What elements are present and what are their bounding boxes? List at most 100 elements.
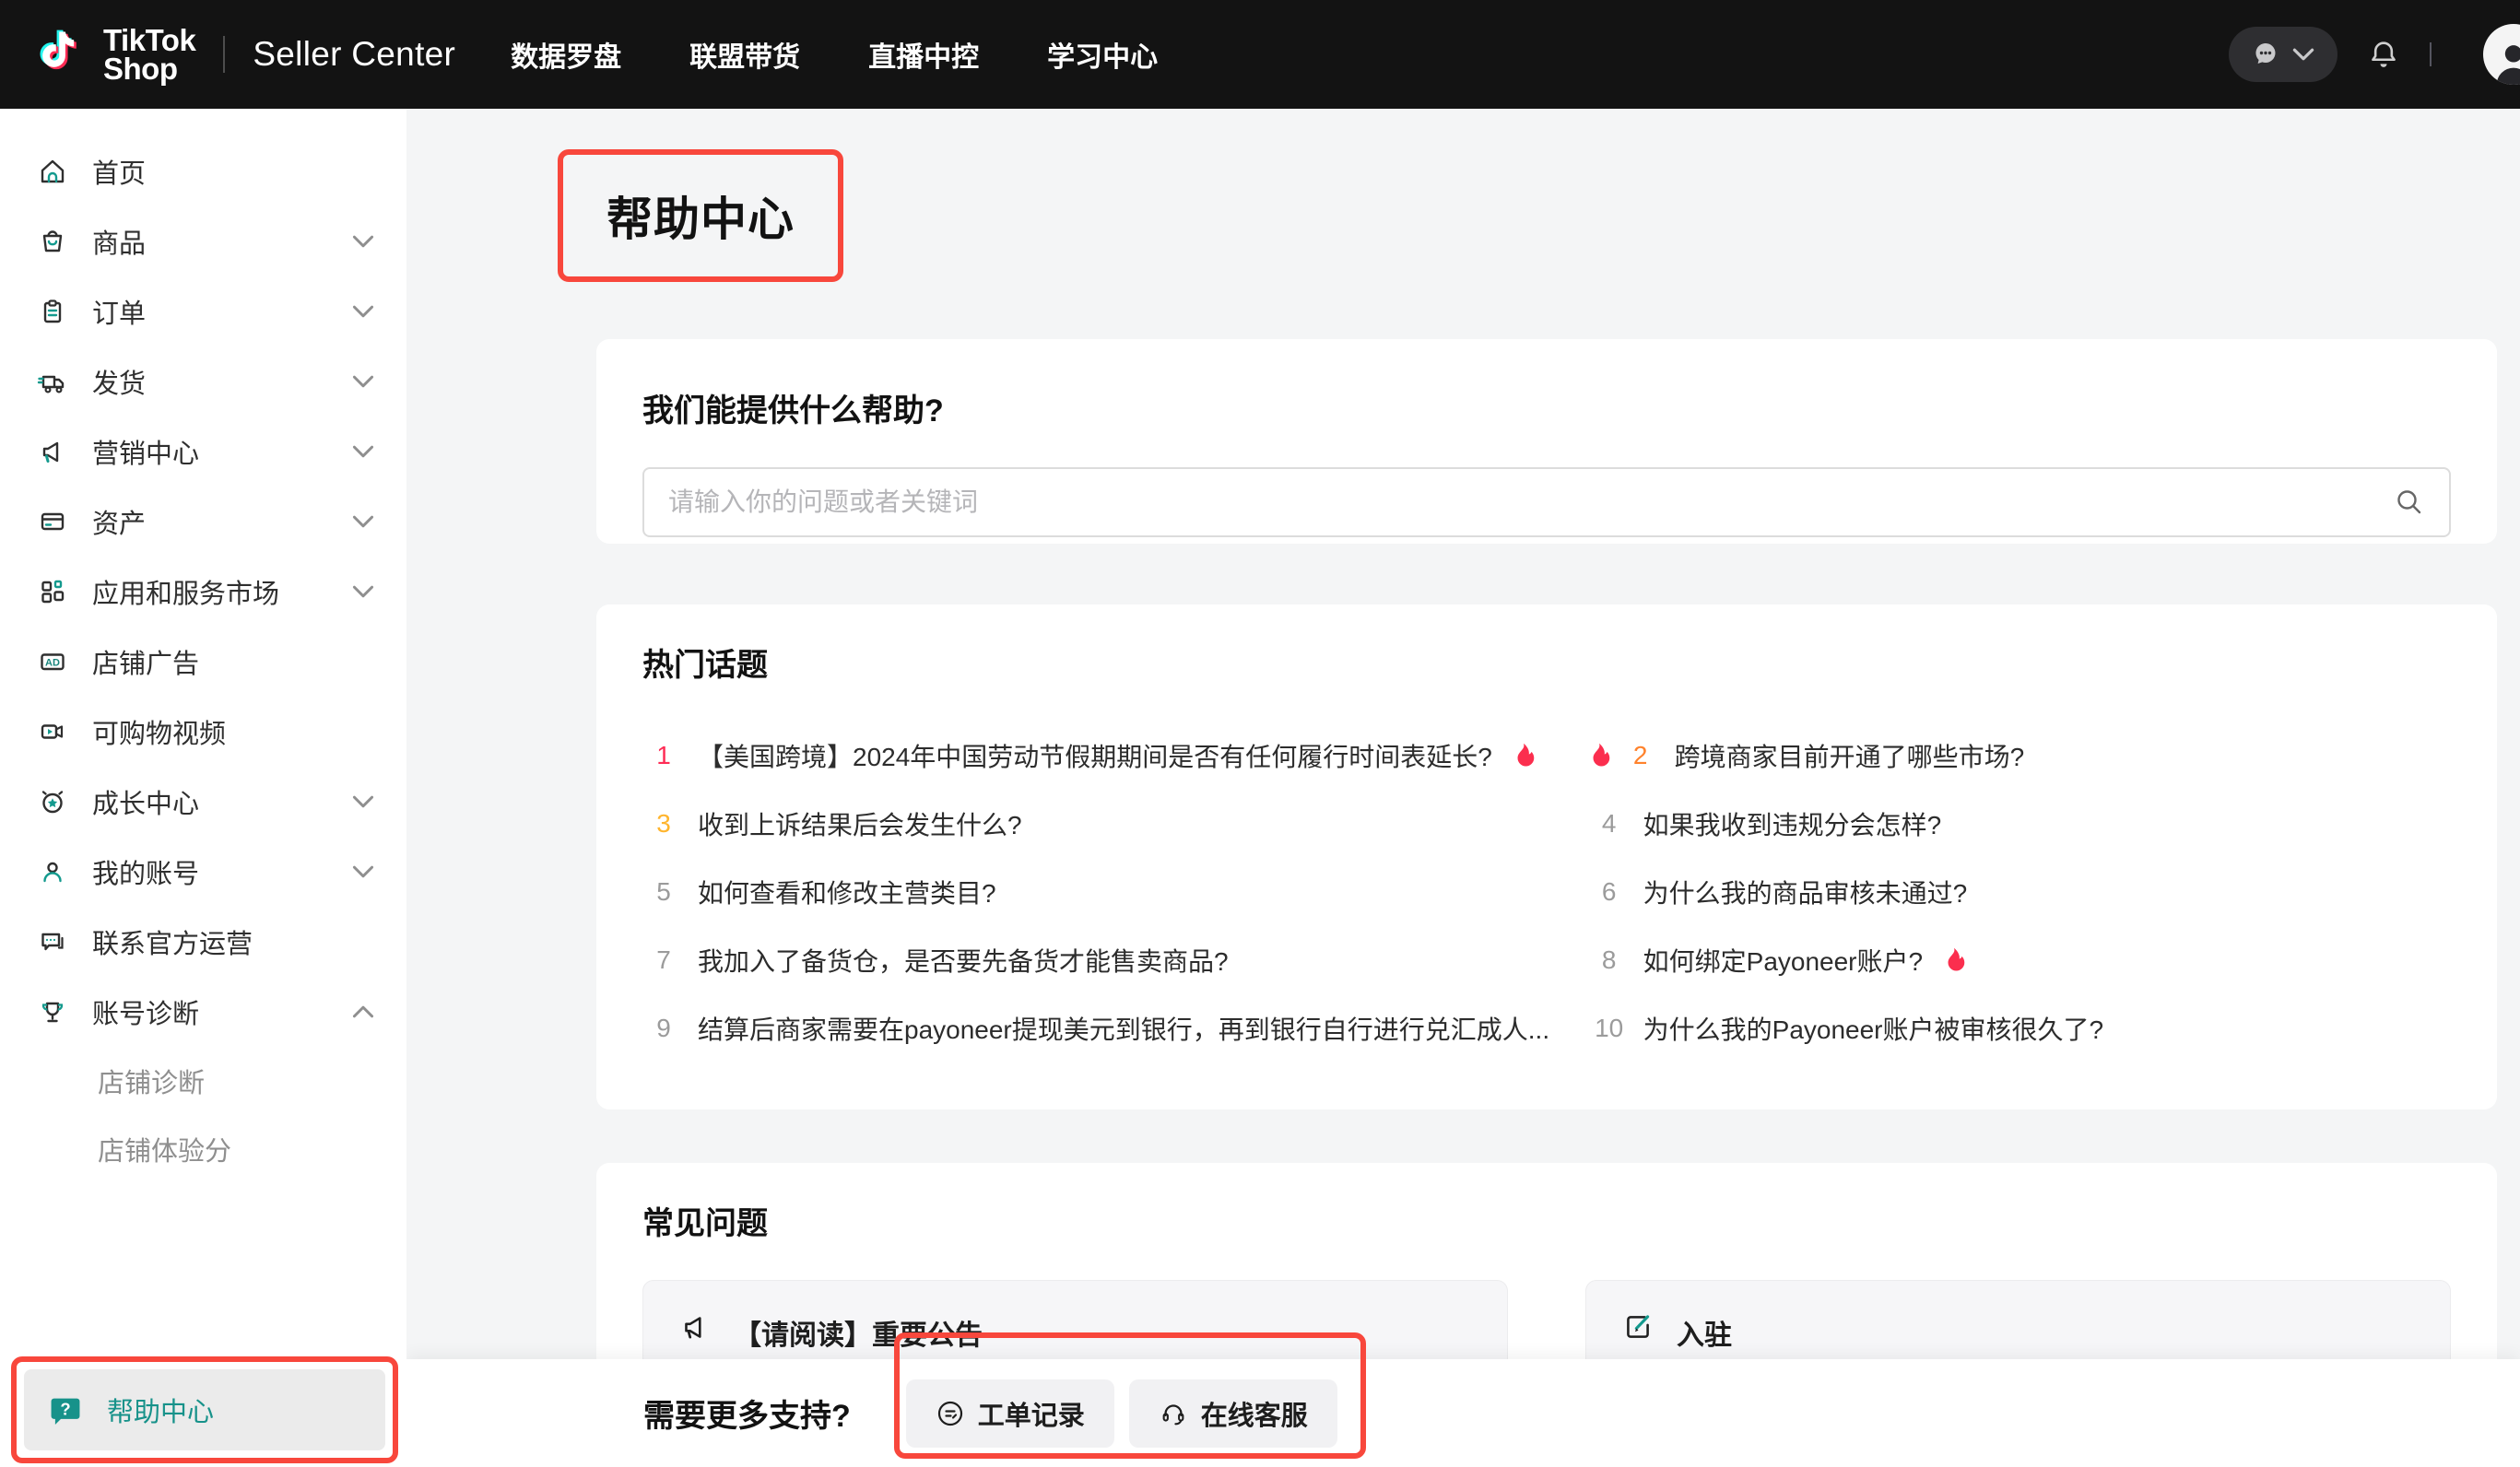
sidebar-item-orders[interactable]: 订单 [0, 276, 406, 346]
sidebar-item-finance[interactable]: 资产 [0, 487, 406, 557]
chevron-down-icon [351, 444, 375, 459]
sidebar-item-help-center[interactable]: ? 帮助中心 [24, 1369, 385, 1450]
tiktok-shop-logo[interactable]: TikTok Shop [35, 26, 195, 84]
sidebar-item-products[interactable]: 商品 [0, 206, 406, 276]
sidebar-item-label: 账号诊断 [92, 992, 199, 1031]
support-button-label: 工单记录 [978, 1394, 1085, 1433]
sidebar-subitem-label: 店铺体验分 [98, 1130, 231, 1168]
sidebar-item-label: 帮助中心 [107, 1391, 214, 1429]
topic-rank: 1 [642, 741, 685, 770]
faq-category-label: 入驻 [1677, 1312, 1732, 1353]
hot-topic-item[interactable]: 2 跨境商家目前开通了哪些市场? [1588, 722, 2451, 790]
chevron-down-icon [351, 794, 375, 809]
home-icon [37, 156, 68, 187]
sidebar-item-label: 联系官方运营 [92, 922, 253, 961]
svg-text:?: ? [60, 1400, 70, 1419]
tiktok-note-icon [35, 26, 87, 83]
help-chat-icon: ? [46, 1391, 85, 1429]
sidebar-item-label: 首页 [92, 152, 146, 191]
sidebar-item-growth-center[interactable]: 成长中心 [0, 767, 406, 837]
topic-text: 【美国跨境】2024年中国劳动节假期期间是否有任何履行时间表延长? [698, 737, 1492, 774]
online-service-button[interactable]: 在线客服 [1129, 1379, 1337, 1448]
topic-text: 如何查看和修改主营类目? [698, 874, 996, 910]
sidebar-item-contact-ops[interactable]: 联系官方运营 [0, 907, 406, 977]
sidebar-item-label: 我的账号 [92, 852, 199, 891]
hot-topic-item[interactable]: 10 为什么我的Payoneer账户被审核很久了? [1588, 994, 2451, 1062]
topic-text: 为什么我的Payoneer账户被审核很久了? [1643, 1010, 2103, 1047]
messages-pill-button[interactable] [2229, 27, 2337, 82]
sidebar-item-app-market[interactable]: 应用和服务市场 [0, 557, 406, 627]
hot-topic-item[interactable]: 9 结算后商家需要在payoneer提现美元到银行，再到银行自行进行兑汇成人..… [642, 994, 1551, 1062]
sidebar-item-label: 店铺广告 [92, 642, 199, 681]
hot-topics-card: 热门话题 1 【美国跨境】2024年中国劳动节假期期间是否有任何履行时间表延长?… [596, 604, 2497, 1109]
nav-item-live-center[interactable]: 直播中控 [868, 34, 979, 75]
chevron-up-icon [351, 1004, 375, 1019]
nav-item-affiliate[interactable]: 联盟带货 [689, 34, 800, 75]
ticket-records-button[interactable]: 工单记录 [906, 1379, 1114, 1448]
nav-item-data-compass[interactable]: 数据罗盘 [511, 34, 621, 75]
sidebar-item-shop-ads[interactable]: AD 店铺广告 [0, 627, 406, 697]
hot-topic-item[interactable]: 3 收到上诉结果后会发生什么? [642, 790, 1551, 858]
topic-rank: 4 [1588, 809, 1631, 839]
hot-topic-item[interactable]: 7 我加入了备货仓，是否要先备货才能售卖商品? [642, 926, 1551, 994]
search-icon[interactable] [2394, 487, 2425, 518]
trophy-icon [37, 996, 68, 1027]
search-heading: 我们能提供什么帮助? [642, 385, 2451, 430]
chevron-down-icon [351, 584, 375, 599]
topic-text: 我加入了备货仓，是否要先备货才能售卖商品? [698, 942, 1229, 979]
search-card: 我们能提供什么帮助? [596, 339, 2497, 544]
sidebar-item-shop-diagnosis[interactable]: 店铺诊断 [0, 1047, 406, 1115]
hot-topic-item[interactable]: 6 为什么我的商品审核未通过? [1588, 858, 2451, 926]
sidebar-item-shipping[interactable]: 发货 [0, 346, 406, 417]
megaphone-icon [37, 436, 68, 467]
faq-heading: 常见问题 [642, 1198, 2451, 1243]
sidebar-item-marketing[interactable]: 营销中心 [0, 417, 406, 487]
search-box [642, 467, 2451, 537]
chevron-down-icon [351, 514, 375, 529]
sidebar-item-home[interactable]: 首页 [0, 136, 406, 206]
topic-rank: 10 [1588, 1014, 1631, 1043]
page-title: 帮助中心 [606, 182, 795, 249]
flame-icon [1513, 742, 1535, 769]
hot-topic-item[interactable]: 8 如何绑定Payoneer账户? [1588, 926, 2451, 994]
hot-topic-item[interactable]: 4 如果我收到违规分会怎样? [1588, 790, 2451, 858]
annotation-box-help-center: ? 帮助中心 [11, 1356, 398, 1463]
topbar-right-cluster [2229, 24, 2520, 85]
hot-topics-grid: 1 【美国跨境】2024年中国劳动节假期期间是否有任何履行时间表延长? 2 跨境… [642, 722, 2451, 1062]
sidebar-item-shoppable-video[interactable]: 可购物视频 [0, 697, 406, 767]
support-buttons: 工单记录 在线客服 [906, 1379, 1337, 1448]
shopping-bag-icon [37, 226, 68, 257]
topic-rank: 9 [642, 1014, 685, 1043]
logo-wordmark: TikTok Shop [103, 26, 195, 84]
top-bar: TikTok Shop Seller Center 数据罗盘 联盟带货 直播中控… [0, 0, 2520, 109]
sidebar-item-my-account[interactable]: 我的账号 [0, 837, 406, 907]
topic-rank: 6 [1588, 877, 1631, 907]
announcement-megaphone-icon [678, 1310, 712, 1344]
topic-text: 收到上诉结果后会发生什么? [698, 805, 1022, 842]
chevron-down-icon [351, 304, 375, 319]
sidebar-item-label: 成长中心 [92, 782, 199, 821]
person-icon [37, 856, 68, 887]
account-avatar[interactable] [2483, 24, 2520, 85]
faq-category-label: 【请阅读】重要公告 [734, 1312, 983, 1353]
topic-rank: 2 [1619, 741, 1662, 770]
hot-topics-heading: 热门话题 [642, 640, 2451, 685]
sidebar-item-account-diagnosis[interactable]: 账号诊断 [0, 977, 406, 1047]
sidebar-item-shop-experience-score[interactable]: 店铺体验分 [0, 1115, 406, 1183]
search-input[interactable] [668, 487, 2394, 517]
headset-icon [1159, 1399, 1188, 1428]
nav-item-learning-center[interactable]: 学习中心 [1047, 34, 1158, 75]
flame-icon [1943, 946, 1965, 974]
hot-topic-item[interactable]: 1 【美国跨境】2024年中国劳动节假期期间是否有任何履行时间表延长? [642, 722, 1551, 790]
growth-badge-icon [37, 786, 68, 817]
chat-bubble-icon [2251, 40, 2280, 69]
topbar-divider [223, 36, 225, 73]
bell-icon[interactable] [2365, 36, 2402, 73]
topic-rank: 8 [1588, 945, 1631, 975]
video-camera-icon [37, 716, 68, 747]
hot-topic-item[interactable]: 5 如何查看和修改主营类目? [642, 858, 1551, 926]
sidebar-item-label: 可购物视频 [92, 712, 226, 751]
topic-rank: 5 [642, 877, 685, 907]
avatar-person-icon [2490, 37, 2520, 85]
flame-icon [1588, 742, 1610, 769]
